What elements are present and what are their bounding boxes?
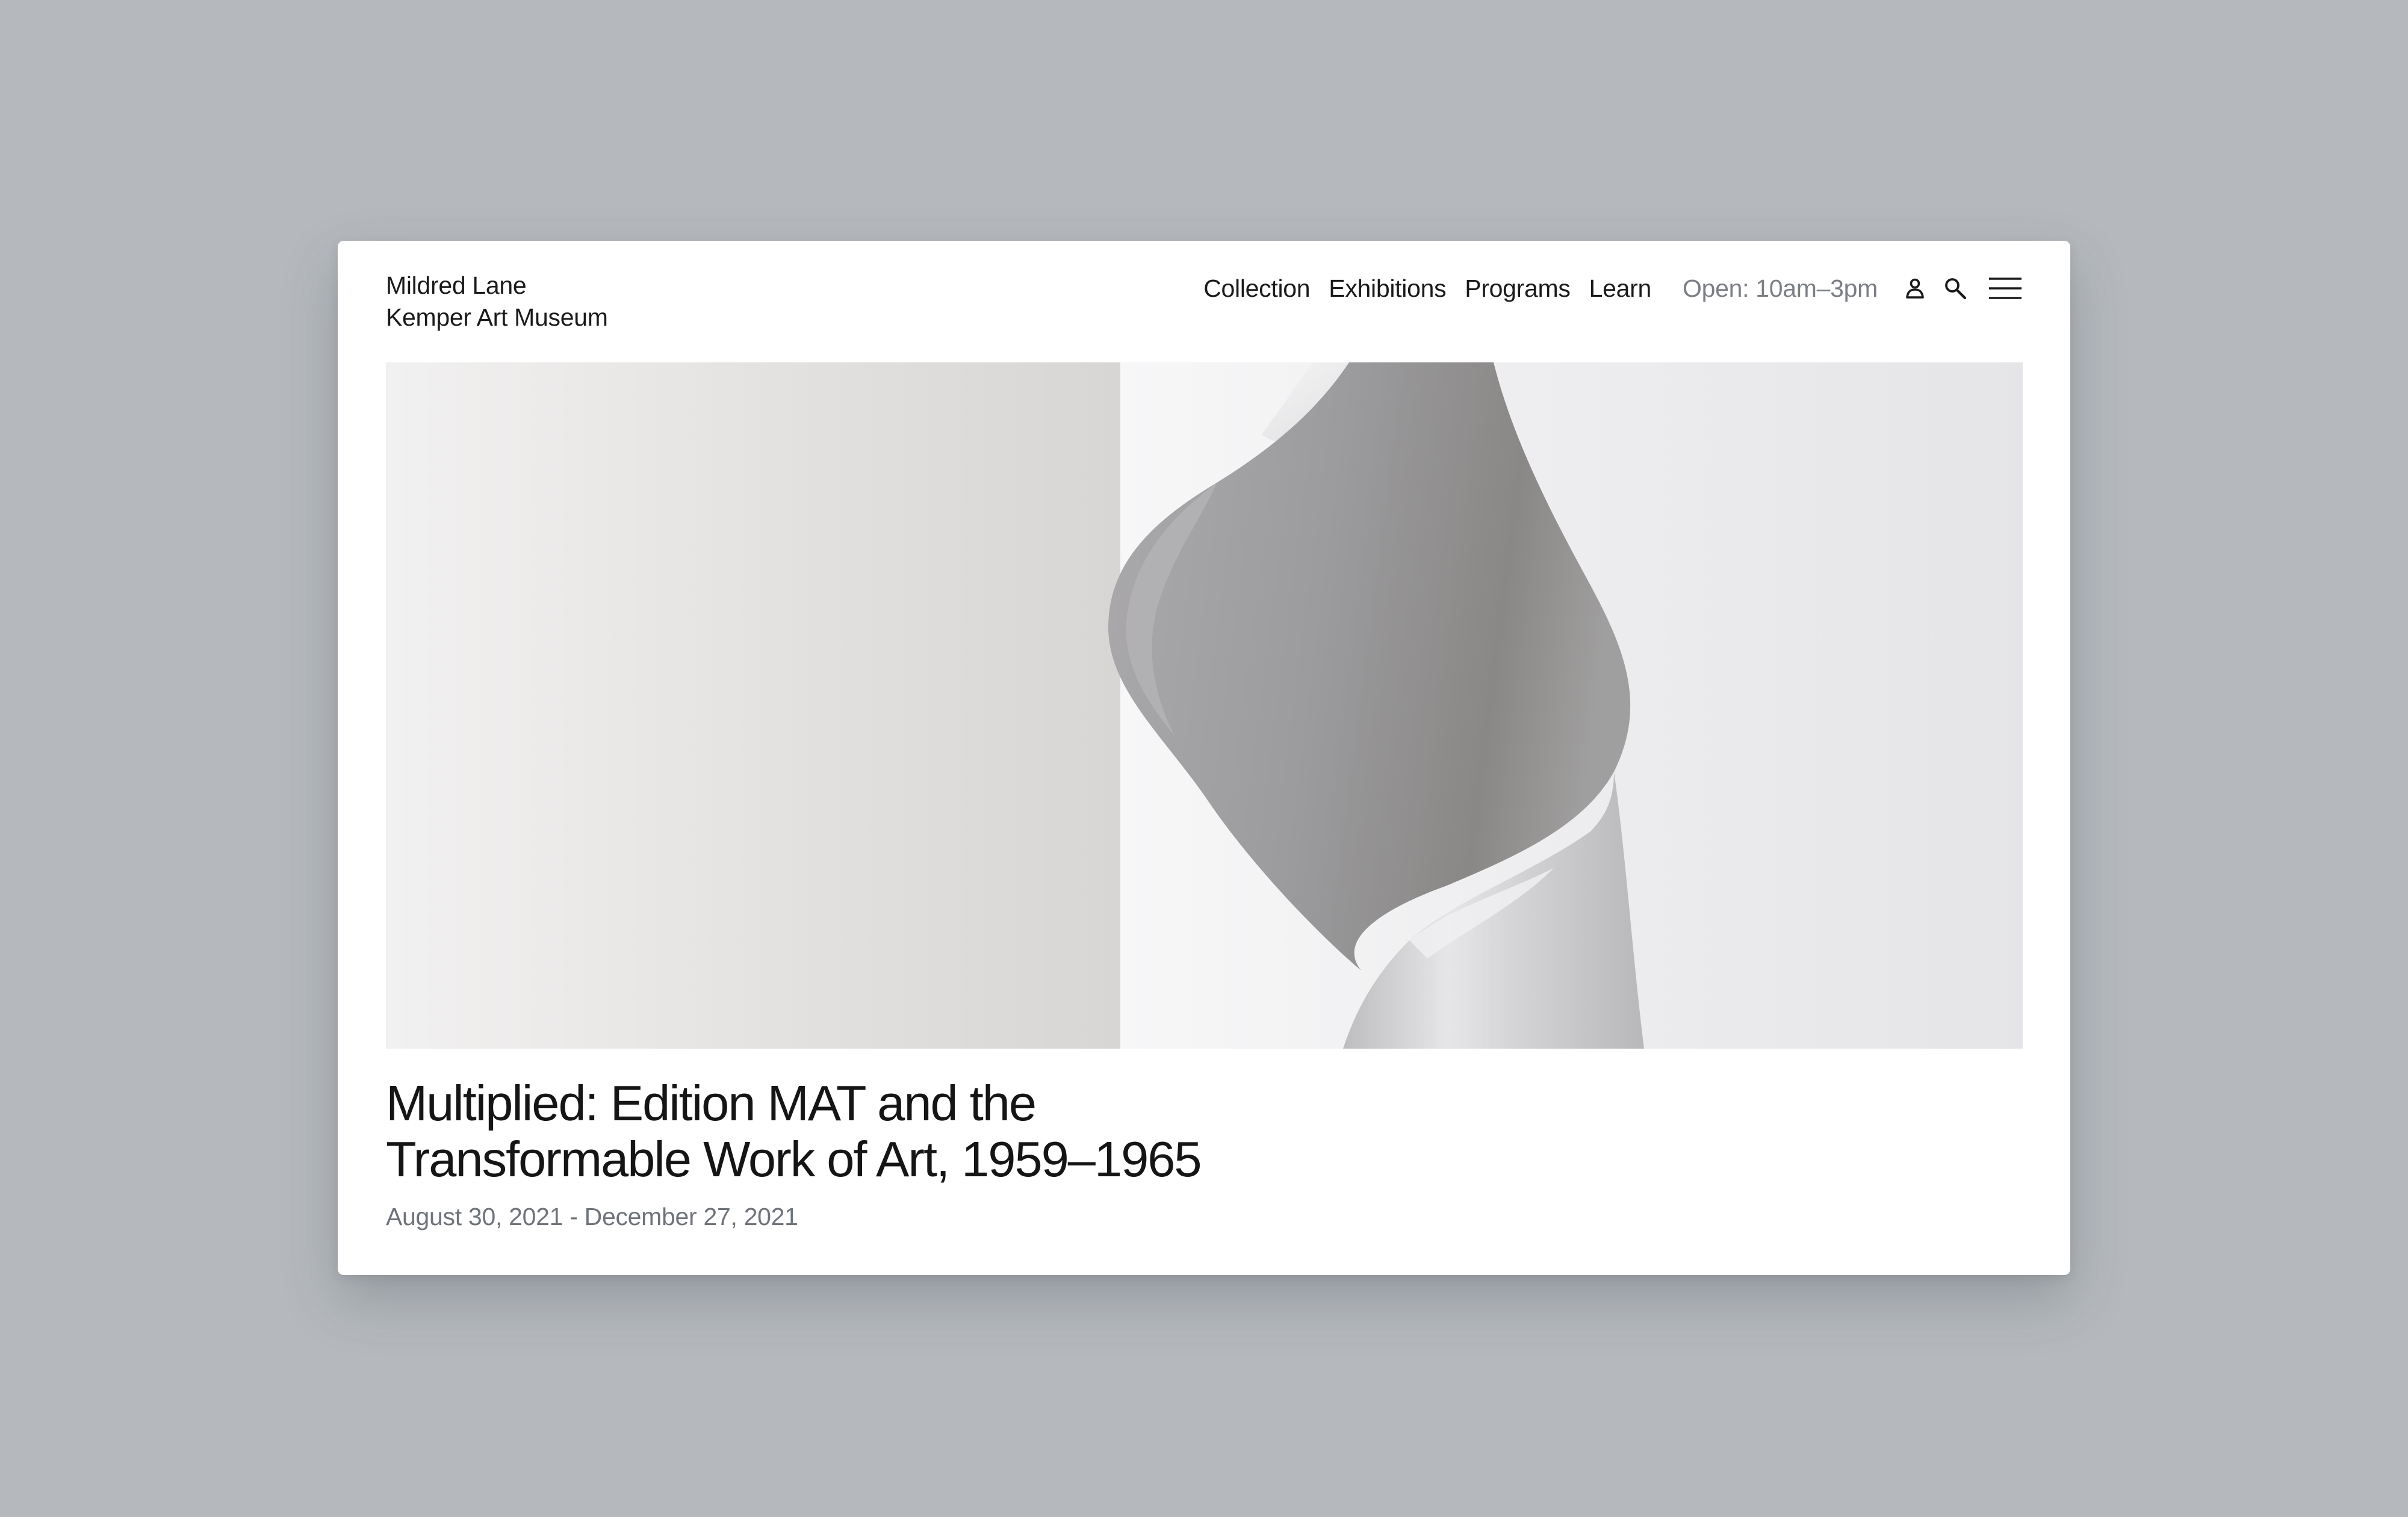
exhibition-title: Multiplied: Edition MAT and the Transfor… [386, 1075, 1349, 1187]
hero-image[interactable] [386, 362, 2023, 1049]
main-navigation: Collection Exhibitions Programs Learn Op… [1203, 271, 2022, 306]
logo-line-1: Mildred Lane [386, 271, 527, 299]
nav-link-exhibitions[interactable]: Exhibitions [1329, 275, 1446, 303]
logo-line-2: Kemper Art Museum [386, 303, 608, 331]
sculpture-graphic [386, 362, 2023, 1049]
menu-icon[interactable] [1988, 276, 2022, 300]
nav-link-learn[interactable]: Learn [1589, 275, 1652, 303]
exhibition-title-line-1: Multiplied: Edition MAT and the [386, 1075, 1037, 1131]
page-card: Mildred Lane Kemper Art Museum Collectio… [338, 241, 2070, 1275]
exhibition-dates: August 30, 2021 - December 27, 2021 [386, 1203, 798, 1230]
nav-link-programs[interactable]: Programs [1465, 275, 1571, 303]
site-logo[interactable]: Mildred Lane Kemper Art Museum [386, 270, 608, 333]
exhibition-title-line-2: Transformable Work of Art, 1959–1965 [386, 1131, 1202, 1187]
nav-links: Collection Exhibitions Programs Learn [1203, 275, 1683, 303]
nav-link-collection[interactable]: Collection [1203, 275, 1310, 303]
opening-hours: Open: 10am–3pm [1682, 274, 1878, 302]
user-icon[interactable] [1905, 278, 1925, 299]
search-icon[interactable] [1944, 277, 1967, 300]
